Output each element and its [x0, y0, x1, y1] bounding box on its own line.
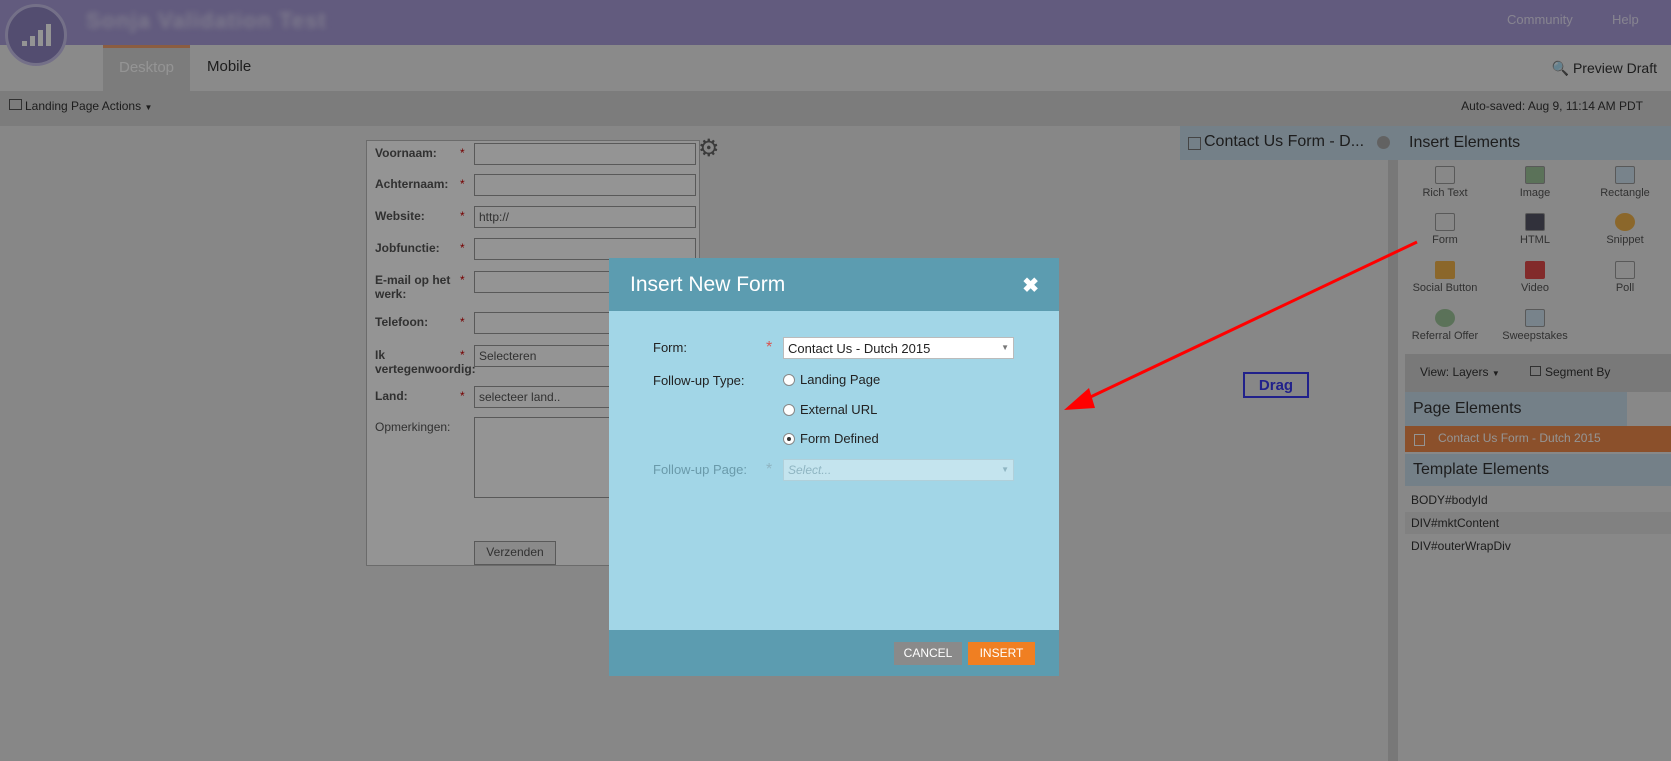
- annotation-arrow: [1064, 240, 1418, 410]
